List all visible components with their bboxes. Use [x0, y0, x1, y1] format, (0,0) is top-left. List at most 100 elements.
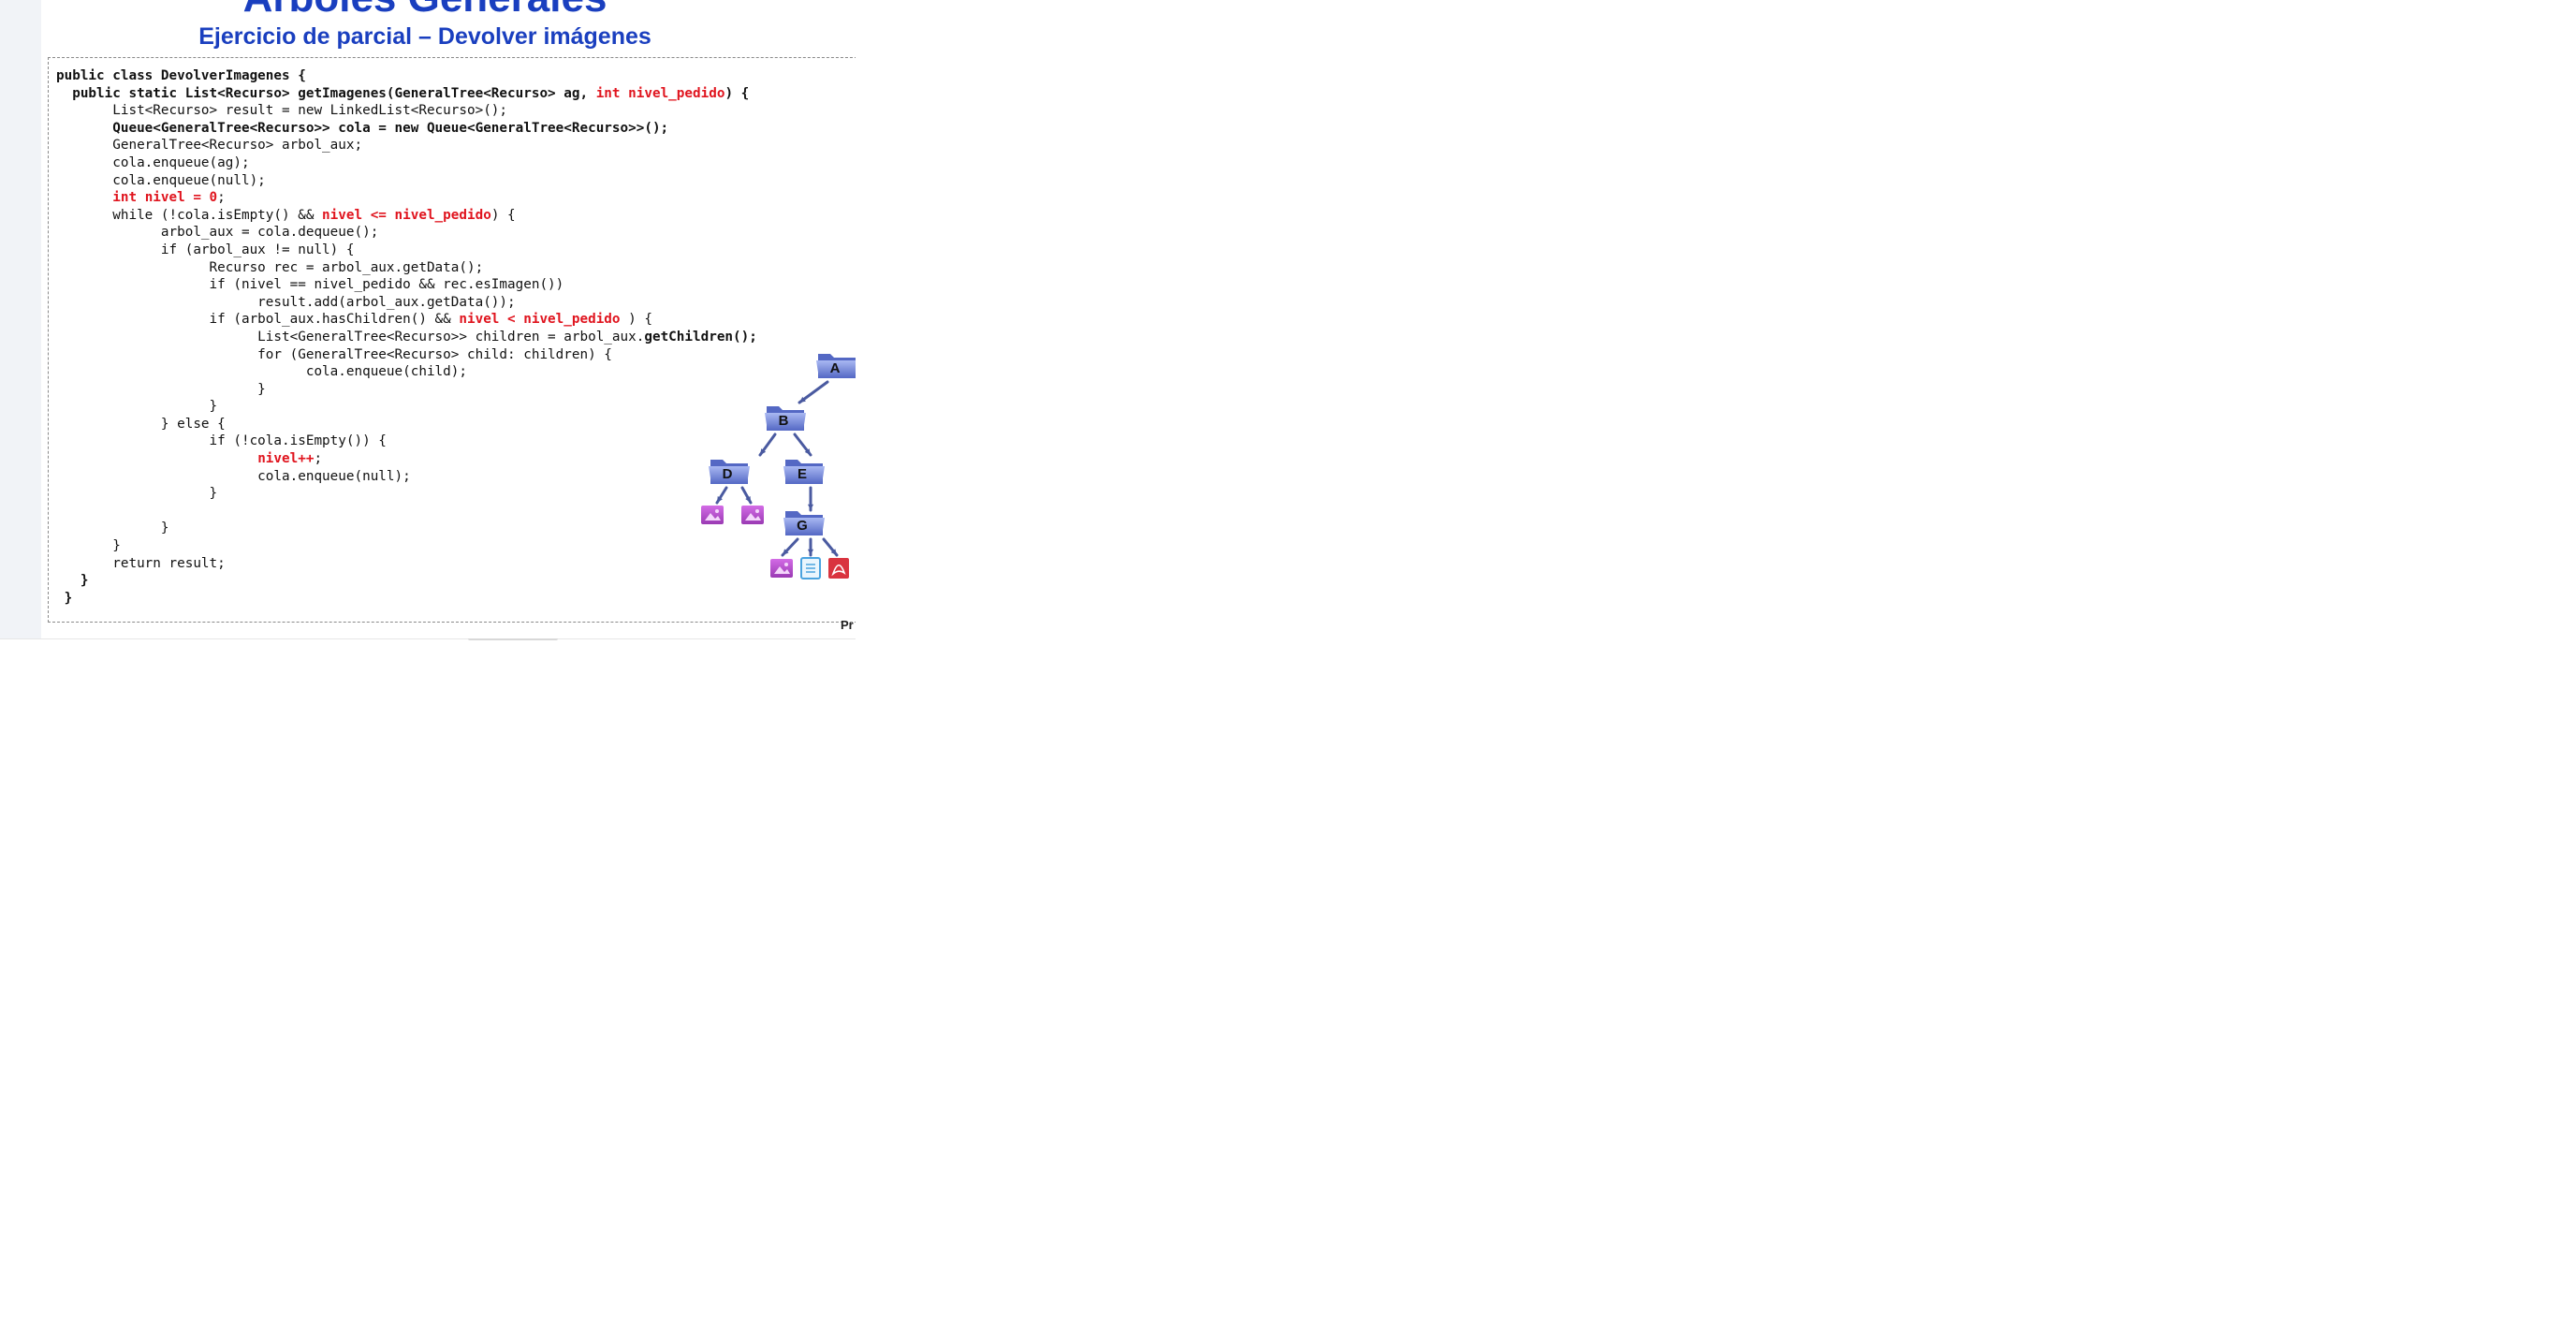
node-label-a: A [830, 360, 841, 376]
image-file-icon [770, 559, 793, 578]
code-line: arbol_aux = cola.dequeue(); [56, 224, 757, 242]
code-token: } [56, 590, 73, 606]
code-token: ; [314, 451, 323, 467]
image-file-sun [715, 509, 719, 513]
code-line: result.add(arbol_aux.getData()); [56, 294, 757, 312]
code-highlight: nivel <= nivel_pedido [322, 207, 491, 223]
document-file-icon [800, 557, 821, 579]
image-file-sun [755, 509, 759, 513]
code-line: GeneralTree<Recurso> arbol_aux; [56, 137, 757, 154]
folder-node-a: A [816, 354, 856, 378]
code-line: } [56, 590, 757, 608]
code-line: cola.enqueue(null); [56, 172, 757, 190]
code-line: if (nivel == nivel_pedido && rec.esImage… [56, 276, 757, 294]
code-line: } [56, 398, 757, 416]
code-line: } [56, 520, 757, 537]
code-token: List<GeneralTree<Recurso>> children = ar… [56, 329, 645, 345]
code-line: } [56, 381, 757, 399]
code-token: public static List<Recurso> getImagenes(… [56, 85, 596, 101]
code-line: Queue<GeneralTree<Recurso>> cola = new Q… [56, 120, 757, 138]
image-file-body [701, 506, 724, 524]
code-line: nivel++; [56, 450, 757, 468]
code-token: arbol_aux = cola.dequeue(); [56, 225, 379, 241]
code-token: cola.enqueue(child); [56, 364, 467, 380]
code-token: for (GeneralTree<Recurso> child: childre… [56, 346, 612, 362]
code-line: for (GeneralTree<Recurso> child: childre… [56, 346, 757, 364]
image-file-sun [784, 563, 788, 566]
code-highlight: int nivel = 0 [112, 190, 218, 206]
code-token: ) { [724, 85, 750, 101]
code-line: int nivel = 0; [56, 189, 757, 207]
code-token: } [56, 381, 266, 397]
code-token: if (!cola.isEmpty()) { [56, 433, 387, 449]
code-line: } else { [56, 416, 757, 433]
tree-edge-arrowhead [807, 504, 814, 510]
general-tree-diagram: A B D E G [701, 354, 856, 579]
image-file-body [770, 559, 793, 578]
code-token: cola.enqueue(ag); [56, 154, 250, 170]
code-line: } [56, 485, 757, 503]
code-line: return result; [56, 555, 757, 573]
image-file-body [741, 506, 764, 524]
code-token: if (nivel == nivel_pedido && rec.esImage… [56, 277, 564, 293]
code-line: cola.enqueue(child); [56, 363, 757, 381]
node-label-d: D [723, 466, 733, 482]
code-line: List<GeneralTree<Recurso>> children = ar… [56, 329, 757, 346]
folder-node-e: E [783, 460, 825, 484]
code-token: cola.enqueue(null); [56, 172, 266, 188]
code-token: GeneralTree<Recurso> arbol_aux; [56, 138, 363, 154]
code-token: } [56, 573, 89, 589]
code-line: public class DevolverImagenes { [56, 67, 757, 85]
code-token: return result; [56, 555, 226, 571]
code-token: ) { [620, 312, 652, 328]
code-token: while (!cola.isEmpty() && [56, 207, 323, 223]
image-file-icon [741, 506, 764, 524]
left-gutter [0, 0, 42, 638]
page-footer: Pr [841, 618, 854, 632]
code-token: } [56, 521, 169, 536]
node-label-b: B [779, 413, 789, 429]
pdf-file-icon [828, 558, 849, 579]
code-token: List<Recurso> result = new LinkedList<Re… [56, 103, 508, 119]
pdf-file-body [828, 558, 849, 579]
tree-edge-arrowhead [807, 549, 814, 555]
node-label-g: G [797, 518, 808, 534]
code-token: ; [217, 190, 226, 206]
code-line: cola.enqueue(ag); [56, 154, 757, 172]
code-line: Recurso rec = arbol_aux.getData(); [56, 259, 757, 277]
code-line: if (arbol_aux != null) { [56, 242, 757, 259]
bottom-rule [0, 638, 856, 639]
slide-subtitle: Ejercicio de parcial – Devolver imágenes [198, 23, 651, 50]
image-file-icon [701, 506, 724, 524]
code-token: public class DevolverImagenes { [56, 68, 306, 83]
node-label-e: E [798, 466, 807, 482]
slide-title: Árboles Generales [41, 0, 809, 21]
code-token: cola.enqueue(null); [56, 468, 411, 484]
code-token: Queue<GeneralTree<Recurso>> cola = new Q… [56, 120, 669, 136]
code-token: result.add(arbol_aux.getData()); [56, 294, 516, 310]
code-token: } else { [56, 416, 226, 432]
code-highlight: int nivel_pedido [595, 85, 725, 101]
code-token: } [56, 538, 121, 554]
code-highlight: nivel++ [257, 451, 315, 467]
code-line: while (!cola.isEmpty() && nivel <= nivel… [56, 207, 757, 225]
folder-node-d: D [709, 460, 750, 484]
slide: Árboles Generales Ejercicio de parcial –… [41, 0, 856, 638]
code-line: if (!cola.isEmpty()) { [56, 433, 757, 450]
code-token: Recurso rec = arbol_aux.getData(); [56, 259, 484, 275]
code-highlight: nivel < nivel_pedido [459, 312, 621, 328]
code-token: } [56, 486, 218, 502]
code-token: if (arbol_aux != null) { [56, 242, 355, 257]
code-line: if (arbol_aux.hasChildren() && nivel < n… [56, 311, 757, 329]
folder-node-b: B [765, 406, 806, 431]
code-block: public class DevolverImagenes { public s… [56, 67, 757, 607]
folder-node-g: G [783, 511, 825, 535]
code-line: public static List<Recurso> getImagenes(… [56, 85, 757, 103]
code-line: } [56, 537, 757, 555]
code-line: } [56, 572, 757, 590]
code-line: List<Recurso> result = new LinkedList<Re… [56, 102, 757, 120]
code-token: if (arbol_aux.hasChildren() && [56, 312, 460, 328]
